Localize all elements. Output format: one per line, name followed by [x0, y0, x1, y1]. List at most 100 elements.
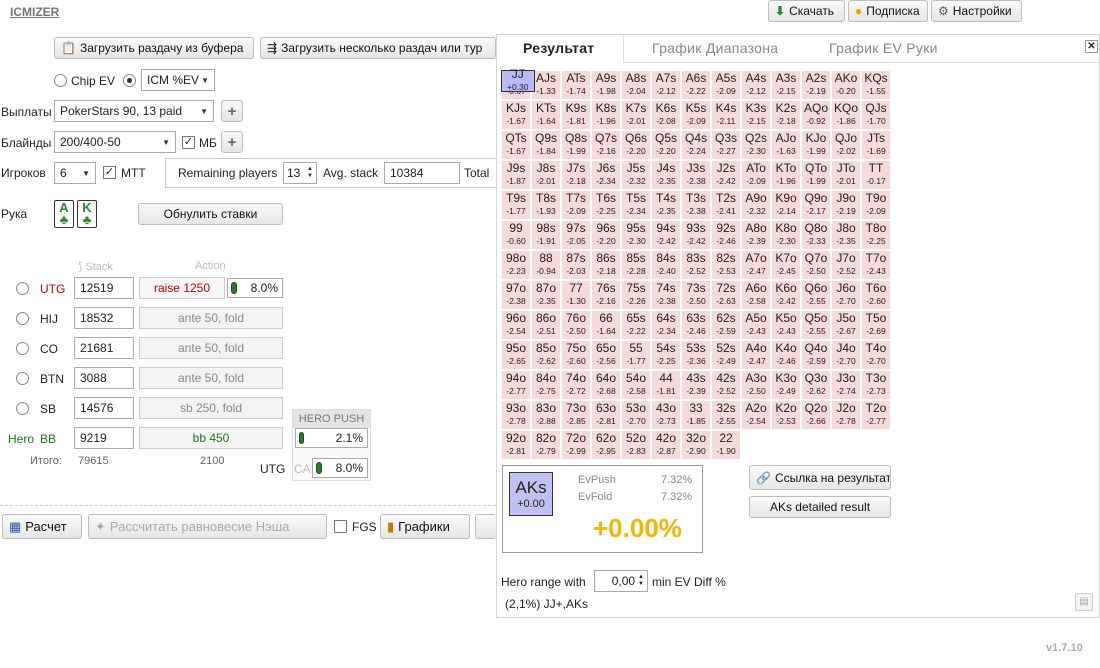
hand-cell[interactable]: Q9s -1.84 [531, 130, 561, 160]
hand-cell[interactable]: J9s -1.87 [501, 160, 531, 190]
fgs-checkbox[interactable] [334, 520, 347, 533]
hand-cell[interactable]: 52s -2.49 [711, 340, 741, 370]
hand-cell[interactable]: 22 -1.90 [711, 430, 741, 460]
hand-cell[interactable]: 32s -2.55 [711, 400, 741, 430]
hand-cell[interactable]: 62s -2.59 [711, 310, 741, 340]
hand-cell[interactable]: Q4s -2.24 [681, 130, 711, 160]
hand-cell[interactable]: J5o -2.67 [831, 310, 861, 340]
icm-radio[interactable] [123, 74, 136, 87]
hand-cell[interactable]: J9o -2.19 [831, 190, 861, 220]
spinner-icon[interactable]: ▲ ▼ [307, 166, 313, 180]
stack-input-btn[interactable]: 3088 [74, 367, 134, 389]
hand-cell[interactable]: AQo -0.92 [801, 100, 831, 130]
hand-cell[interactable]: J7o -2.52 [831, 250, 861, 280]
hand-cell[interactable]: K9s -1.81 [561, 100, 591, 130]
subscription-button[interactable]: ● Подписка [848, 0, 928, 22]
hand-cell[interactable]: K4o -2.46 [771, 340, 801, 370]
hand-cell[interactable]: K4s -2.11 [711, 100, 741, 130]
dealer-radio-btn[interactable] [16, 372, 29, 385]
hand-cell[interactable]: 93s -2.42 [681, 220, 711, 250]
add-blinds-button[interactable]: + [221, 131, 243, 153]
hand-cell[interactable]: 53o -2.70 [621, 400, 651, 430]
hand-cell[interactable]: J4o -2.70 [831, 340, 861, 370]
hand-cell[interactable]: T9o -2.09 [861, 190, 891, 220]
hand-cell[interactable]: Q2s -2.30 [741, 130, 771, 160]
hand-cell[interactable]: A9o -2.32 [741, 190, 771, 220]
hand-cell[interactable]: 33 -1.85 [681, 400, 711, 430]
hand-cell[interactable]: Q5s -2.20 [651, 130, 681, 160]
hand-cell[interactable]: T4o -2.70 [861, 340, 891, 370]
remaining-players-input[interactable]: 13 ▲ ▼ [283, 162, 317, 184]
download-button[interactable]: ⬇ Скачать [768, 0, 845, 22]
hand-cell[interactable]: K8s -1.96 [591, 100, 621, 130]
hand-cell[interactable]: J6o -2.70 [831, 280, 861, 310]
hand-cell[interactable]: Q3o -2.62 [801, 370, 831, 400]
hand-cell[interactable]: J7s -2.18 [561, 160, 591, 190]
hand-cell[interactable]: T2s -2.41 [711, 190, 741, 220]
hand-cell[interactable]: T5o -2.69 [861, 310, 891, 340]
hand-cell[interactable]: JTs -1.69 [861, 130, 891, 160]
stack-input-utg[interactable]: 12519 [74, 277, 134, 299]
hand-cell[interactable]: J6s -2.34 [591, 160, 621, 190]
hand-cell[interactable]: A9s -1.98 [591, 70, 621, 100]
result-link-button[interactable]: 🔗 Ссылка на результат [749, 465, 891, 490]
close-icon[interactable]: ✕ [1085, 40, 1098, 53]
blinds-select[interactable]: 200/400-50 ▼ [54, 131, 176, 153]
hand-cell[interactable]: 84o -2.75 [531, 370, 561, 400]
hand-cell[interactable]: AJs -1.33 [531, 70, 561, 100]
hand-cell[interactable]: JTo -2.01 [831, 160, 861, 190]
hand-cell[interactable]: J3o -2.74 [831, 370, 861, 400]
hand-cell[interactable]: 74s -2.38 [651, 280, 681, 310]
stack-input-hij[interactable]: 18532 [74, 307, 134, 329]
hand-cell[interactable]: Q8o -2.33 [801, 220, 831, 250]
hand-cell[interactable]: 97o -2.38 [501, 280, 531, 310]
stack-input-bb[interactable]: 9219 [74, 427, 134, 449]
hand-cell[interactable]: 65o -2.56 [591, 340, 621, 370]
detailed-result-button[interactable]: AKs detailed result [749, 496, 891, 518]
hand-cell[interactable]: 53s -2.36 [681, 340, 711, 370]
hand-cell[interactable]: K3o -2.49 [771, 370, 801, 400]
hand-cell[interactable]: KQo -1.86 [831, 100, 861, 130]
hand-cell[interactable]: 55 -1.77 [621, 340, 651, 370]
hand-cell[interactable]: 85o -2.62 [531, 340, 561, 370]
charts-button[interactable]: ▮ Графики [380, 514, 470, 539]
hand-cell[interactable]: 93o -2.78 [501, 400, 531, 430]
hand-cell[interactable]: 43s -2.39 [681, 370, 711, 400]
hand-cell[interactable]: 85s -2.28 [621, 250, 651, 280]
card-ace-clubs[interactable]: A ♣ [54, 200, 74, 228]
hand-cell[interactable]: Q6o -2.55 [801, 280, 831, 310]
hand-cell[interactable]: 72s -2.63 [711, 280, 741, 310]
hand-cell[interactable]: A8o -2.39 [741, 220, 771, 250]
hand-cell[interactable]: 76s -2.16 [591, 280, 621, 310]
hand-cell[interactable]: QTs -1.67 [501, 130, 531, 160]
hand-cell[interactable]: A7s -2.12 [651, 70, 681, 100]
ca-bar[interactable]: 8.0% [312, 458, 368, 478]
hand-cell[interactable]: K8o -2.30 [771, 220, 801, 250]
load-multiple-button[interactable]: ⇶ Загрузить несколько раздач или тур [260, 37, 496, 59]
hand-cell[interactable]: Q6s -2.20 [621, 130, 651, 160]
hand-cell[interactable]: 54o -2.58 [621, 370, 651, 400]
hand-cell[interactable]: 65s -2.22 [621, 310, 651, 340]
hand-cell[interactable]: T7s -2.09 [561, 190, 591, 220]
action-bb[interactable]: bb 450 [139, 427, 283, 449]
hand-cell[interactable]: 98s -1.91 [531, 220, 561, 250]
hand-cell[interactable]: J8s -2.01 [531, 160, 561, 190]
hand-cell[interactable]: 96o -2.54 [501, 310, 531, 340]
chip-ev-radio[interactable] [54, 74, 67, 87]
hand-cell[interactable]: K6s -2.08 [651, 100, 681, 130]
tab-range-chart[interactable]: График Диапазона [652, 40, 778, 56]
hand-cell[interactable]: T6s -2.25 [591, 190, 621, 220]
action-utg[interactable]: raise 1250 [139, 277, 225, 299]
hand-cell[interactable]: 83o -2.88 [531, 400, 561, 430]
hand-cell[interactable]: 74o -2.72 [561, 370, 591, 400]
hand-cell[interactable]: K2s -2.18 [771, 100, 801, 130]
hand-cell[interactable]: A3s -2.15 [771, 70, 801, 100]
hand-cell[interactable]: A2s -2.19 [801, 70, 831, 100]
hand-cell[interactable]: T3o -2.73 [861, 370, 891, 400]
hand-cell[interactable]: 95s -2.30 [621, 220, 651, 250]
hand-cell[interactable]: 96s -2.20 [591, 220, 621, 250]
hand-cell[interactable]: 98o -2.23 [501, 250, 531, 280]
hand-cell[interactable]: J5s -2.32 [621, 160, 651, 190]
hand-cell[interactable]: 77 -1.30 [561, 280, 591, 310]
hand-cell[interactable]: A6o -2.58 [741, 280, 771, 310]
